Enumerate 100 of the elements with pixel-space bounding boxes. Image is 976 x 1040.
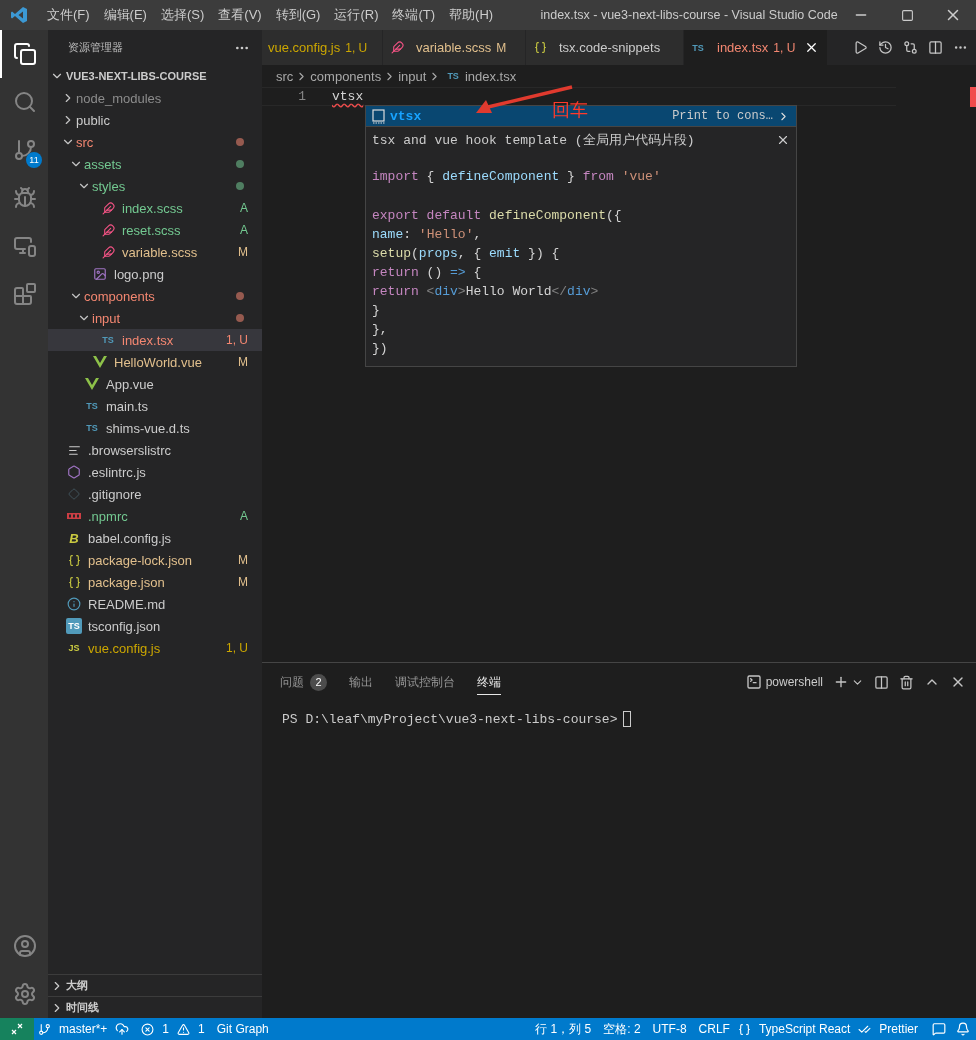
- file-row[interactable]: TS main.ts: [48, 395, 262, 417]
- bell-icon[interactable]: [956, 1022, 970, 1036]
- git-graph-status[interactable]: Git Graph: [212, 1022, 273, 1036]
- prettier-status[interactable]: Prettier: [875, 1022, 922, 1036]
- file-row[interactable]: index.scss A: [48, 197, 262, 219]
- git-status: A: [240, 223, 248, 237]
- git-status: 1, U: [773, 40, 796, 55]
- language-status[interactable]: TypeScript React: [754, 1022, 855, 1036]
- file-row[interactable]: App.vue: [48, 373, 262, 395]
- panel-tab[interactable]: 输出: [349, 669, 373, 695]
- history-icon[interactable]: [878, 40, 893, 55]
- folder-row[interactable]: node_modules: [48, 87, 262, 109]
- editor-tab[interactable]: vue.config.js 1, U: [262, 30, 383, 65]
- terminal-selector[interactable]: powershell: [765, 675, 823, 689]
- file-row[interactable]: package-lock.json M: [48, 549, 262, 571]
- compare-icon[interactable]: [903, 40, 918, 55]
- editor-tab[interactable]: tsx.code-snippets: [526, 30, 684, 65]
- menu-item[interactable]: 文件(F): [40, 6, 97, 24]
- diamond-icon: [66, 486, 82, 502]
- menu-item[interactable]: 编辑(E): [96, 6, 154, 24]
- tab-label: vue.config.js: [268, 40, 341, 55]
- file-row[interactable]: JS vue.config.js 1, U: [48, 637, 262, 659]
- file-row[interactable]: TS tsconfig.json: [48, 615, 262, 637]
- git-status: M: [496, 40, 507, 55]
- section-header[interactable]: 大纲: [66, 978, 88, 993]
- file-row[interactable]: .npmrc A: [48, 505, 262, 527]
- close-icon[interactable]: [776, 133, 790, 147]
- file-row[interactable]: .browserslistrc: [48, 439, 262, 461]
- code-line: return <div>Hello World</div>: [372, 284, 600, 301]
- file-row[interactable]: B babel.config.js: [48, 527, 262, 549]
- error-count[interactable]: 1: [158, 1022, 174, 1036]
- menu-item[interactable]: 选择(S): [153, 6, 212, 24]
- file-row[interactable]: variable.scss M: [48, 241, 262, 263]
- branch-icon[interactable]: [38, 1022, 51, 1036]
- file-row[interactable]: logo.png: [48, 263, 262, 285]
- project-header[interactable]: VUE3-NEXT-LIBS-COURSE: [66, 70, 207, 82]
- terminal-icon[interactable]: [745, 674, 762, 690]
- remote-icon[interactable]: [0, 1018, 34, 1040]
- file-name: main.ts: [106, 398, 149, 414]
- branch-status[interactable]: master*+: [55, 1022, 112, 1036]
- cloud-icon[interactable]: [115, 1022, 130, 1036]
- file-row[interactable]: .eslintrc.js: [48, 461, 262, 483]
- feedback-icon[interactable]: [932, 1022, 946, 1036]
- section-header[interactable]: 时间线: [66, 1000, 99, 1015]
- menu-item[interactable]: 转到(G): [268, 6, 328, 24]
- cursor-position[interactable]: 行 1，列 5: [531, 1020, 596, 1038]
- panel-tab[interactable]: 调试控制台: [395, 669, 455, 695]
- info-icon: [66, 596, 82, 612]
- folder-row[interactable]: assets: [48, 153, 262, 175]
- suggestion-label[interactable]: vtsx: [390, 108, 422, 124]
- braces-icon: [66, 552, 82, 568]
- file-row[interactable]: .gitignore: [48, 483, 262, 505]
- folder-name: styles: [92, 178, 127, 194]
- account-icon: [13, 934, 37, 958]
- folder-row[interactable]: styles: [48, 175, 262, 197]
- panel-tab[interactable]: 问题: [280, 669, 304, 695]
- breadcrumb-item[interactable]: input: [398, 68, 427, 84]
- indent-status[interactable]: 空格: 2: [599, 1020, 645, 1038]
- folder-row[interactable]: public: [48, 109, 262, 131]
- warning-icon[interactable]: [177, 1022, 191, 1036]
- error-marker: [970, 87, 976, 107]
- tab-label: variable.scss: [416, 40, 492, 55]
- folder-name: node_modules: [76, 90, 163, 106]
- braces-icon[interactable]: [737, 1022, 751, 1036]
- folder-row[interactable]: src: [48, 131, 262, 153]
- breadcrumb-item[interactable]: components: [310, 68, 382, 84]
- file-row[interactable]: package.json M: [48, 571, 262, 593]
- file-row[interactable]: TS index.tsx 1, U: [48, 329, 262, 351]
- git-status: M: [238, 553, 248, 567]
- menu-item[interactable]: 查看(V): [211, 6, 269, 24]
- folder-name: src: [76, 134, 95, 150]
- file-row[interactable]: TS shims-vue.d.ts: [48, 417, 262, 439]
- trash-icon[interactable]: [899, 674, 914, 690]
- file-row[interactable]: reset.scss A: [48, 219, 262, 241]
- snippet-description: tsx and vue hook template (全局用户代码片段): [372, 132, 695, 149]
- encoding-status[interactable]: UTF-8: [648, 1022, 691, 1036]
- split-icon[interactable]: [928, 40, 943, 55]
- editor-tab[interactable]: TS index.tsx 1, U: [684, 30, 829, 65]
- folder-row[interactable]: input: [48, 307, 262, 329]
- file-name: reset.scss: [122, 222, 182, 238]
- menu-item[interactable]: 运行(R): [327, 6, 386, 24]
- breadcrumb-item[interactable]: src: [276, 68, 294, 84]
- breadcrumb-item[interactable]: index.tsx: [464, 68, 517, 84]
- file-row[interactable]: README.md: [48, 593, 262, 615]
- file-row[interactable]: HelloWorld.vue M: [48, 351, 262, 373]
- split-icon[interactable]: [874, 674, 889, 690]
- panel-tab[interactable]: 终端: [477, 669, 501, 695]
- activity-item[interactable]: 11: [0, 126, 48, 174]
- warning-count[interactable]: 1: [194, 1022, 209, 1036]
- menu-item[interactable]: 终端(T): [385, 6, 443, 24]
- editor-tab[interactable]: variable.scss M: [383, 30, 526, 65]
- error-icon[interactable]: [141, 1022, 155, 1036]
- folder-row[interactable]: components: [48, 285, 262, 307]
- hexagon-icon: [66, 464, 82, 480]
- run-icon[interactable]: [853, 40, 868, 55]
- eol-status[interactable]: CRLF: [694, 1022, 734, 1036]
- code-line: import { defineComponent } from 'vue': [372, 169, 662, 186]
- menu-item[interactable]: 帮助(H): [442, 6, 501, 24]
- plus-icon[interactable]: [833, 674, 849, 690]
- file-name: tsconfig.json: [88, 618, 162, 634]
